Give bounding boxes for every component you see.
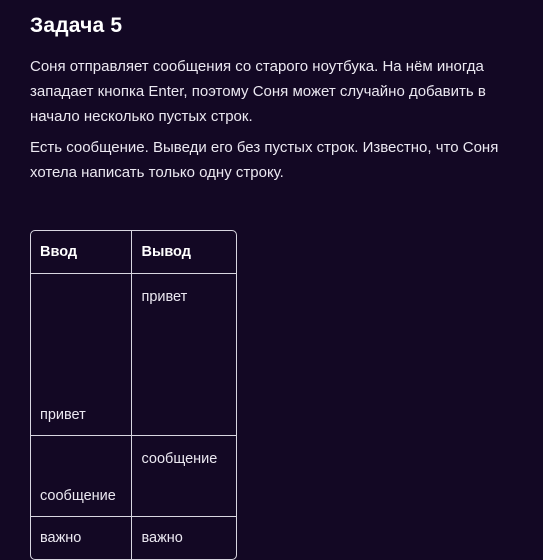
output-cell: сообщение bbox=[132, 436, 236, 517]
task-requirement: Есть сообщение. Выведи его без пустых ст… bbox=[30, 139, 499, 181]
input-cell: сообщение bbox=[31, 436, 133, 517]
input-cell: важно bbox=[31, 517, 133, 559]
output-cell: важно bbox=[141, 530, 183, 546]
header-output: Вывод bbox=[132, 231, 236, 274]
io-examples-table: Ввод Вывод привет привет сообщение сообщ… bbox=[30, 230, 237, 560]
task-title: Задача 5 bbox=[30, 14, 123, 37]
header-input: Ввод bbox=[31, 231, 133, 274]
input-cell: привет bbox=[31, 274, 133, 436]
task-description: Соня отправляет сообщения со старого ноу… bbox=[30, 58, 486, 125]
table-row: сообщение сообщение bbox=[31, 436, 236, 517]
task-content: Задача 5 Соня отправляет сообщения со ст… bbox=[30, 10, 530, 191]
table-header-row: Ввод Вывод bbox=[31, 231, 236, 274]
output-cell: привет bbox=[132, 274, 236, 436]
table-row: важно важно bbox=[31, 517, 236, 559]
table-row: привет привет bbox=[31, 274, 236, 436]
